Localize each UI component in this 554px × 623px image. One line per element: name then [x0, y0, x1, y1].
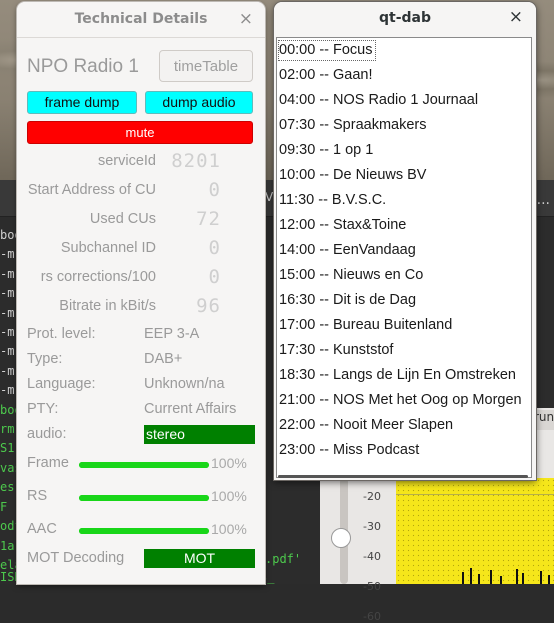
- rs-corrections-label: rs corrections/100: [40, 269, 156, 285]
- start-address-label: Start Address of CU: [27, 182, 156, 198]
- used-cus-display: 72: [196, 208, 221, 230]
- close-icon[interactable]: ×: [509, 7, 523, 27]
- horizontal-scrollbar[interactable]: [278, 475, 528, 478]
- spectrum-axis-label: -60: [363, 610, 381, 623]
- service-id-display: 8201: [171, 150, 221, 172]
- station-name: NPO Radio 1: [27, 56, 139, 77]
- schedule-item[interactable]: 22:00 -- Nooit Meer Slapen: [279, 415, 453, 436]
- window-title: Technical Details: [74, 11, 208, 27]
- schedule-list[interactable]: 00:00 -- Focus 02:00 -- Gaan! 04:00 -- NOS…: [276, 37, 532, 478]
- rs-quality-percent: 100%: [211, 488, 247, 504]
- prot-level-value: EEP 3-A: [144, 326, 200, 342]
- timetable-button[interactable]: timeTable: [159, 50, 253, 82]
- rs-corrections-display: 0: [208, 266, 221, 288]
- frame-quality-bar: [79, 462, 209, 468]
- schedule-item[interactable]: 04:00 -- NOS Radio 1 Journaal: [279, 90, 478, 111]
- audio-mode-field: stereo: [144, 425, 255, 444]
- technical-details-window: Technical Details × NPO Radio 1 timeTabl…: [17, 2, 265, 584]
- type-label: Type:: [27, 351, 63, 367]
- schedule-item[interactable]: 15:00 -- Nieuws en Co: [279, 265, 423, 286]
- aac-label: AAC: [27, 521, 57, 537]
- schedule-item[interactable]: 18:30 -- Langs de Lijn En Omstreken: [279, 365, 516, 386]
- audio-label: audio:: [27, 426, 67, 442]
- frame-label: Frame: [27, 455, 69, 471]
- aac-quality-percent: 100%: [211, 521, 247, 537]
- spectrum-axis-label: -30: [363, 520, 381, 533]
- bitrate-display: 96: [196, 295, 221, 317]
- mute-button[interactable]: mute: [27, 121, 253, 144]
- rs-quality-bar: [79, 495, 209, 501]
- aac-quality-bar: [79, 528, 209, 534]
- schedule-item[interactable]: 17:30 -- Kunststof: [279, 340, 393, 361]
- spectrum-axis-label: -20: [363, 490, 381, 503]
- schedule-item[interactable]: 23:00 -- Miss Podcast: [279, 440, 419, 461]
- used-cus-label: Used CUs: [89, 211, 156, 227]
- schedule-item[interactable]: 14:00 -- EenVandaag: [279, 240, 416, 261]
- close-icon[interactable]: ×: [239, 9, 253, 29]
- titlebar: Technical Details ×: [17, 2, 265, 38]
- language-label: Language:: [27, 376, 96, 392]
- language-value: Unknown/na: [144, 376, 225, 392]
- pty-value: Current Affairs: [144, 401, 237, 417]
- schedule-item[interactable]: 12:00 -- Stax&Toine: [279, 215, 406, 236]
- schedule-item[interactable]: 11:30 -- B.V.S.C.: [279, 190, 386, 211]
- subchannel-id-label: Subchannel ID: [60, 240, 156, 256]
- pty-label: PTY:: [27, 401, 59, 417]
- rs-label: RS: [27, 488, 48, 504]
- schedule-item[interactable]: 09:30 -- 1 op 1: [279, 140, 373, 161]
- spectrum-bars: [460, 566, 554, 584]
- terminal-output-line: .pdf': [265, 552, 302, 566]
- mot-decoding-label: MOT Decoding: [27, 550, 125, 566]
- service-id-label: serviceId: [97, 153, 156, 169]
- frame-dump-button[interactable]: frame dump: [27, 91, 137, 114]
- schedule-item[interactable]: 17:00 -- Bureau Buitenland: [279, 315, 452, 336]
- type-value: DAB+: [144, 351, 183, 367]
- window-title: qt-dab: [378, 10, 431, 26]
- prot-level-label: Prot. level:: [27, 326, 96, 342]
- subchannel-id-display: 0: [208, 237, 221, 259]
- schedule-item[interactable]: 10:00 -- De Nieuws BV: [279, 165, 426, 186]
- schedule-item[interactable]: 02:00 -- Gaan!: [279, 65, 373, 86]
- spectrum-axis-label: -40: [363, 550, 381, 563]
- qt-dab-window: qt-dab × 00:00 -- Focus 02:00 -- Gaan! 04:…: [274, 2, 536, 480]
- titlebar: qt-dab ×: [274, 2, 536, 35]
- terminal-menu-icon[interactable]: ...: [537, 192, 550, 208]
- schedule-item[interactable]: 21:00 -- NOS Met het Oog op Morgen: [279, 390, 522, 411]
- schedule-item[interactable]: 00:00 -- Focus: [278, 40, 376, 61]
- schedule-item[interactable]: 16:30 -- Dit is de Dag: [279, 290, 416, 311]
- start-address-display: 0: [208, 179, 221, 201]
- mot-status-field: MOT: [144, 549, 255, 568]
- spectrum-slider-handle[interactable]: [331, 528, 351, 548]
- dump-audio-button[interactable]: dump audio: [145, 91, 253, 114]
- bitrate-label: Bitrate in kBit/s: [59, 298, 156, 314]
- frame-quality-percent: 100%: [211, 455, 247, 471]
- spectrum-axis-label: -50: [363, 580, 381, 593]
- schedule-item[interactable]: 07:30 -- Spraakmakers: [279, 115, 426, 136]
